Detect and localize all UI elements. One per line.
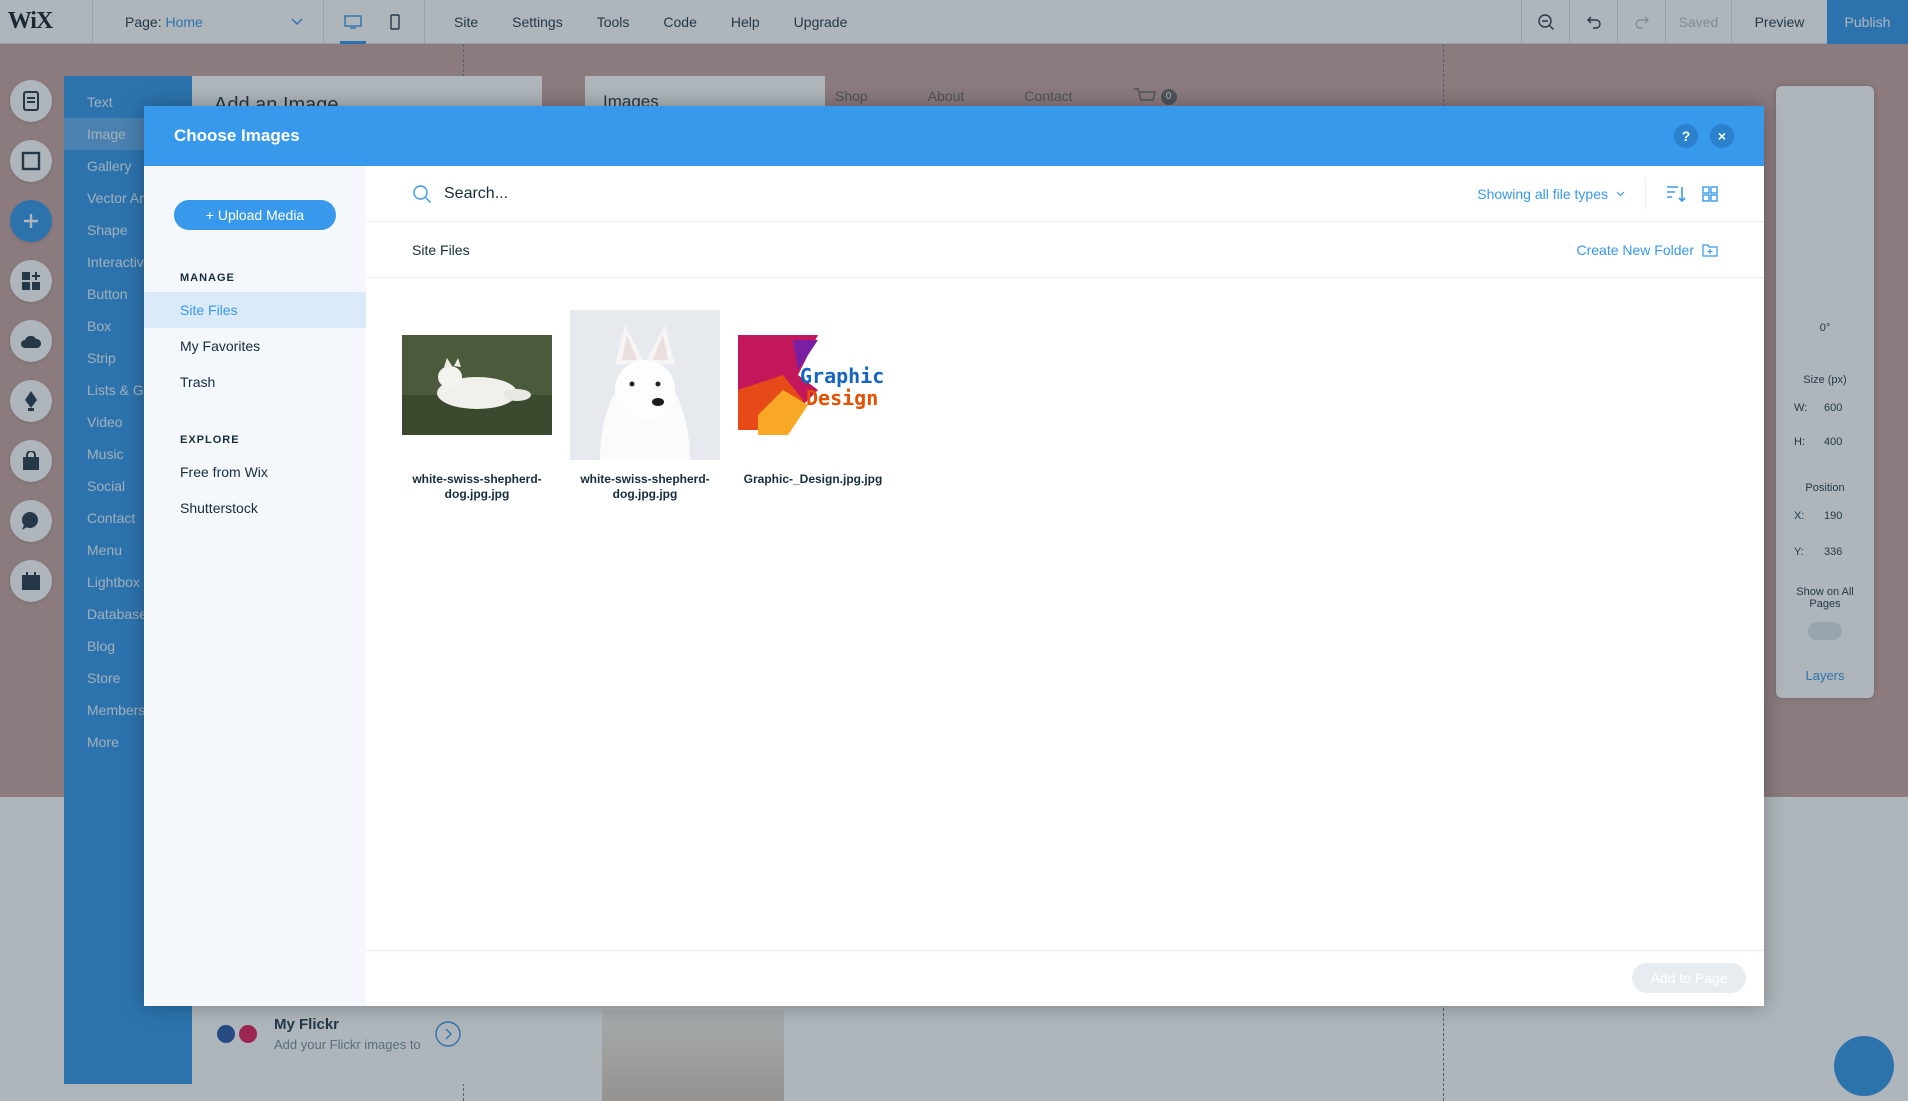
file-type-filter[interactable]: Showing all file types bbox=[1477, 186, 1625, 202]
media-sidebar: + Upload Media MANAGE Site Files My Favo… bbox=[144, 166, 366, 1006]
media-thumbnail[interactable] bbox=[570, 310, 720, 460]
close-button[interactable]: × bbox=[1710, 124, 1734, 148]
media-thumbnail[interactable]: Graphic Design bbox=[738, 310, 888, 460]
create-new-folder-label: Create New Folder bbox=[1576, 241, 1695, 258]
sidebar-item-site-files[interactable]: Site Files bbox=[144, 292, 366, 328]
sidebar-item-trash[interactable]: Trash bbox=[144, 364, 366, 400]
media-tile[interactable]: white-swiss-shepherd-dog.jpg.jpg bbox=[570, 310, 720, 502]
media-filename: white-swiss-shepherd-dog.jpg.jpg bbox=[412, 472, 542, 501]
dog-portrait-image bbox=[570, 310, 720, 460]
graphic-design-image: Graphic Design bbox=[738, 335, 888, 435]
chevron-down-icon bbox=[1616, 191, 1625, 196]
folder-plus-icon bbox=[1702, 243, 1718, 257]
explore-heading: EXPLORE bbox=[180, 434, 240, 446]
search-row: Search... Showing all file types bbox=[366, 166, 1764, 222]
dog-lying-image bbox=[402, 335, 552, 435]
media-thumbnail[interactable] bbox=[402, 310, 552, 460]
upload-media-button[interactable]: + Upload Media bbox=[174, 200, 336, 230]
graphic-text-line1: Graphic bbox=[800, 364, 884, 388]
media-filename: Graphic-_Design.jpg.jpg bbox=[743, 472, 883, 486]
media-main: Search... Showing all file types Site Fi… bbox=[366, 166, 1764, 1006]
search-input[interactable]: Search... bbox=[444, 185, 508, 203]
add-to-page-button[interactable]: Add to Page bbox=[1632, 963, 1746, 993]
modal-header: Choose Images ? × bbox=[144, 106, 1764, 166]
media-tile[interactable]: white-swiss-shepherd-dog.jpg.jpg bbox=[402, 310, 552, 502]
sidebar-item-shutterstock[interactable]: Shutterstock bbox=[144, 490, 366, 526]
sidebar-item-my-favorites[interactable]: My Favorites bbox=[144, 328, 366, 364]
help-button[interactable]: ? bbox=[1674, 124, 1698, 148]
sort-icon[interactable] bbox=[1666, 185, 1686, 203]
media-filename: white-swiss-shepherd-dog.jpg.jpg bbox=[580, 472, 710, 501]
media-tile[interactable]: Graphic Design Graphic-_Design.jpg.jpg bbox=[738, 310, 888, 502]
graphic-text-line2: Design bbox=[806, 386, 878, 410]
grid-view-icon[interactable] bbox=[1702, 185, 1718, 202]
sidebar-item-free-from-wix[interactable]: Free from Wix bbox=[144, 454, 366, 490]
manage-heading: MANAGE bbox=[180, 272, 235, 284]
search-icon bbox=[413, 184, 431, 203]
choose-images-modal: Choose Images ? × + Upload Media MANAGE … bbox=[144, 106, 1764, 1006]
file-type-label: Showing all file types bbox=[1477, 185, 1608, 202]
create-new-folder-button[interactable]: Create New Folder bbox=[1577, 242, 1719, 258]
breadcrumb-row: Site Files Create New Folder bbox=[366, 222, 1764, 278]
media-grid: white-swiss-shepherd-dog.jpg.jpg white-s… bbox=[402, 310, 888, 502]
breadcrumb: Site Files bbox=[412, 241, 470, 258]
modal-title: Choose Images bbox=[174, 126, 300, 145]
modal-footer: Add to Page bbox=[366, 950, 1764, 1006]
